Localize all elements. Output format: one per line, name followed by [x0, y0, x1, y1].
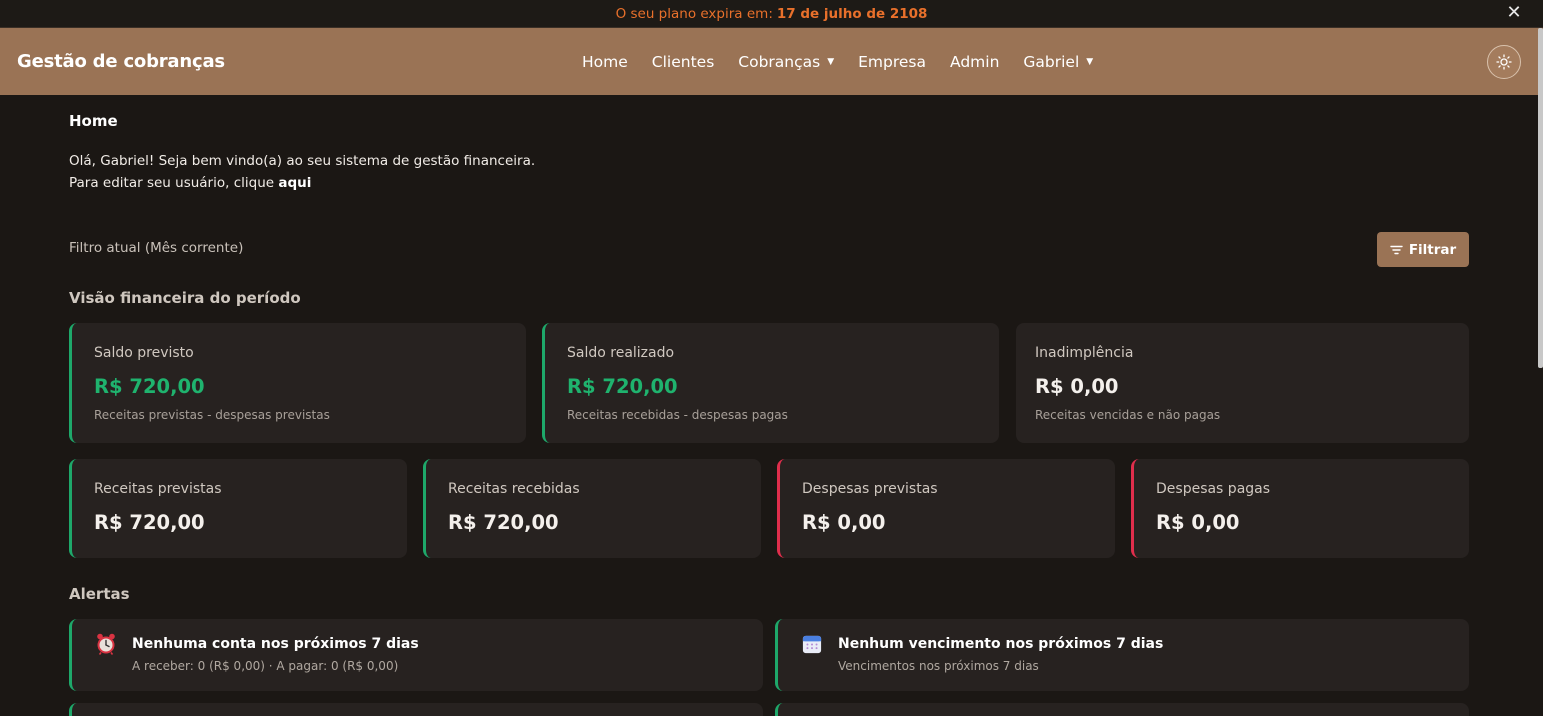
filter-button-label: Filtrar: [1408, 241, 1457, 258]
banner-date: 17 de julho de 2108: [776, 5, 928, 22]
nav-admin[interactable]: Admin: [950, 53, 999, 71]
card-label: Despesas pagas: [1156, 481, 1271, 497]
current-filter-label: Filtro atual (Mês corrente): [69, 240, 244, 256]
nav-cobrancas-label: Cobranças: [738, 52, 821, 71]
card-inadimplencia: Inadimplência R$ 0,00 Receitas vencidas …: [1016, 323, 1469, 443]
alert-card-partial: [775, 703, 1469, 716]
alerts-title: Alertas: [69, 585, 130, 603]
navbar: Gestão de cobranças Home Clientes Cobran…: [0, 28, 1543, 95]
card-value: R$ 720,00: [94, 375, 205, 398]
welcome-text: Olá, Gabriel! Seja bem vindo(a) ao seu s…: [69, 153, 536, 169]
caret-down-icon: ▼: [827, 56, 835, 67]
card-label: Despesas previstas: [802, 481, 938, 497]
welcome-message: Olá, Gabriel! Seja bem vindo(a) ao seu s…: [69, 150, 535, 194]
card-receitas-recebidas: Receitas recebidas R$ 720,00: [423, 459, 761, 558]
nav-empresa[interactable]: Empresa: [858, 53, 926, 71]
card-label: Receitas previstas: [94, 481, 222, 497]
nav-empresa-label: Empresa: [858, 52, 926, 71]
nav-clientes-label: Clientes: [651, 52, 715, 71]
alert-subtitle: Vencimentos nos próximos 7 dias: [838, 659, 1039, 673]
edit-user-text: Para editar seu usuário, clique: [69, 175, 275, 191]
nav-user-dropdown[interactable]: Gabriel ▼: [1023, 53, 1093, 71]
card-label: Inadimplência: [1035, 345, 1134, 361]
card-despesas-pagas: Despesas pagas R$ 0,00: [1131, 459, 1469, 558]
card-saldo-realizado: Saldo realizado R$ 720,00 Receitas receb…: [542, 323, 999, 443]
main-nav: Home Clientes Cobranças ▼ Empresa Admin G…: [582, 28, 1093, 95]
card-value: R$ 720,00: [448, 511, 559, 534]
card-label: Saldo previsto: [94, 345, 194, 361]
close-icon[interactable]: ✕: [1505, 4, 1523, 22]
alert-title: Nenhuma conta nos próximos 7 dias: [132, 636, 419, 652]
overview-title: Visão financeira do período: [69, 289, 301, 307]
alert-vencimentos: Nenhum vencimento nos próximos 7 dias Ve…: [775, 619, 1469, 691]
card-value: R$ 720,00: [94, 511, 205, 534]
page-title: Home: [69, 112, 118, 130]
card-label: Saldo realizado: [567, 345, 675, 361]
card-value: R$ 0,00: [802, 511, 886, 534]
card-subtitle: Receitas vencidas e não pagas: [1035, 408, 1221, 422]
alert-title: Nenhum vencimento nos próximos 7 dias: [838, 636, 1164, 652]
alert-card-partial: [69, 703, 763, 716]
card-subtitle: Receitas previstas - despesas previstas: [94, 408, 330, 422]
card-value: R$ 720,00: [567, 375, 678, 398]
nav-cobrancas-dropdown[interactable]: Cobranças ▼: [738, 53, 834, 71]
plan-expiry-banner: O seu plano expira em: 17 de julho de 21…: [0, 0, 1543, 28]
card-despesas-previstas: Despesas previstas R$ 0,00: [777, 459, 1115, 558]
nav-admin-label: Admin: [950, 52, 1000, 71]
filter-icon: [1390, 245, 1403, 254]
edit-user-line: Para editar seu usuário, clique aqui: [69, 172, 535, 194]
filter-button[interactable]: Filtrar: [1377, 232, 1469, 267]
sun-icon: [1496, 54, 1512, 70]
caret-down-icon: ▼: [1086, 56, 1094, 67]
alarm-clock-icon: [97, 633, 115, 655]
card-saldo-previsto: Saldo previsto R$ 720,00 Receitas previs…: [69, 323, 526, 443]
alert-contas: Nenhuma conta nos próximos 7 dias A rece…: [69, 619, 763, 691]
card-subtitle: Receitas recebidas - despesas pagas: [567, 408, 788, 422]
nav-home-label: Home: [582, 52, 628, 71]
card-value: R$ 0,00: [1035, 375, 1119, 398]
brand-title[interactable]: Gestão de cobranças: [17, 51, 225, 72]
nav-user-label: Gabriel: [1023, 52, 1080, 71]
alert-subtitle: A receber: 0 (R$ 0,00) · A pagar: 0 (R$ …: [132, 659, 399, 673]
card-value: R$ 0,00: [1156, 511, 1240, 534]
calendar-icon: [802, 635, 822, 654]
nav-home[interactable]: Home: [582, 53, 628, 71]
edit-user-link[interactable]: aqui: [278, 175, 311, 191]
card-receitas-previstas: Receitas previstas R$ 720,00: [69, 459, 407, 558]
scrollbar[interactable]: [1538, 28, 1543, 368]
card-label: Receitas recebidas: [448, 481, 580, 497]
theme-toggle-button[interactable]: [1487, 45, 1521, 79]
nav-clientes[interactable]: Clientes: [652, 53, 714, 71]
banner-text: O seu plano expira em:: [615, 5, 773, 22]
